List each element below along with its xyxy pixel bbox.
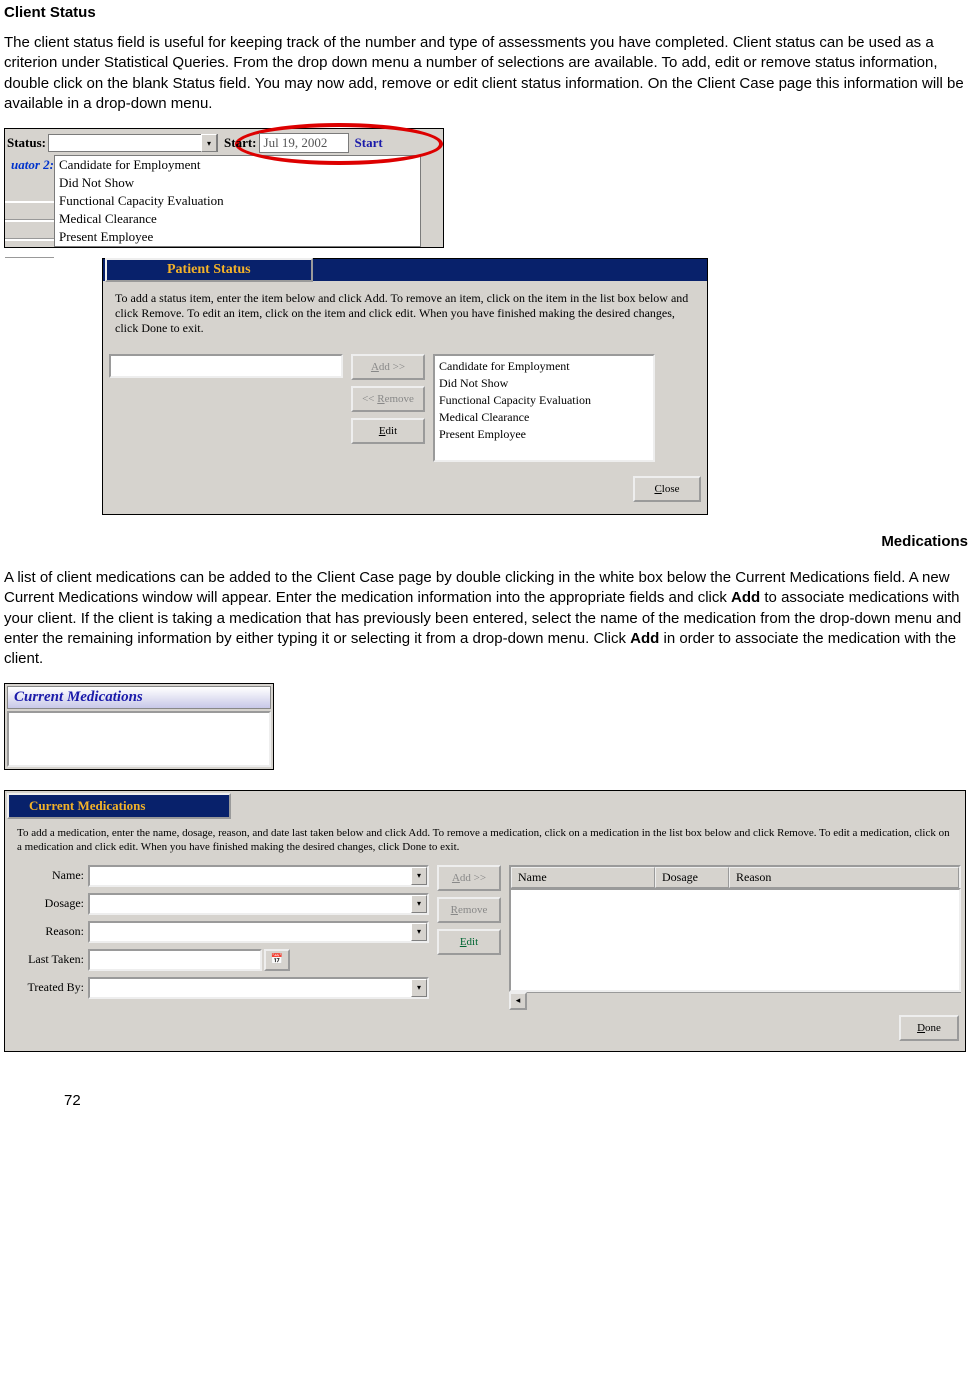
status-item-input[interactable]	[109, 354, 343, 378]
calendar-icon[interactable]: 📅	[264, 949, 290, 971]
section-heading-client-status: Client Status	[4, 4, 968, 21]
reason-combobox[interactable]: ▾	[88, 921, 429, 943]
screenshot-current-meds-dialog: Current Medications To add a medication,…	[4, 790, 966, 1052]
horizontal-scrollbar[interactable]: ◂	[509, 992, 961, 1009]
treated-by-combobox[interactable]: ▾	[88, 977, 429, 999]
chevron-down-icon[interactable]: ▾	[411, 867, 427, 885]
reason-label: Reason:	[9, 924, 88, 939]
status-label: Status:	[7, 135, 46, 151]
current-medications-header: Current Medications	[7, 686, 271, 709]
meds-edit-button[interactable]: Edit	[437, 929, 501, 955]
start-label: Start:	[224, 135, 257, 151]
status-option[interactable]: Functional Capacity Evaluation	[55, 192, 420, 210]
chevron-down-icon[interactable]: ▾	[411, 923, 427, 941]
meds-table-body[interactable]	[509, 888, 961, 992]
status-option[interactable]: Medical Clearance	[55, 210, 420, 228]
scroll-left-icon[interactable]: ◂	[509, 992, 527, 1010]
meds-remove-button[interactable]: Remove	[437, 897, 501, 923]
list-item[interactable]: Medical Clearance	[439, 409, 649, 426]
status-option[interactable]: Candidate for Employment	[55, 156, 420, 174]
screenshot-status-dropdown: Status: ▾ Start: Jul 19, 2002 Start uato…	[4, 128, 444, 248]
uator-label: uator 2:	[5, 155, 56, 173]
screenshot-current-meds-box: Current Medications	[4, 683, 274, 770]
section2-paragraph: A list of client medications can be adde…	[4, 568, 968, 669]
last-taken-label: Last Taken:	[9, 952, 88, 967]
start-right-label: Start	[355, 135, 383, 151]
meds-table-header: Name Dosage Reason	[509, 865, 961, 890]
status-option[interactable]: Did Not Show	[55, 174, 420, 192]
col-reason[interactable]: Reason	[729, 867, 959, 888]
screenshot-patient-status-dialog: Patient Status To add a status item, ent…	[102, 258, 708, 515]
name-label: Name:	[9, 868, 88, 883]
status-items-listbox[interactable]: Candidate for Employment Did Not Show Fu…	[433, 354, 655, 462]
current-medications-whitebox[interactable]	[7, 711, 271, 767]
buttons-column: Add >> << Remove Edit	[351, 354, 425, 450]
decorative-lines	[5, 201, 54, 258]
status-dropdown-list[interactable]: Candidate for Employment Did Not Show Fu…	[54, 155, 421, 247]
status-option[interactable]: Present Employee	[55, 228, 420, 246]
dialog-title: Patient Status	[105, 258, 313, 282]
page-number: 72	[64, 1092, 968, 1109]
done-button[interactable]: Done	[899, 1015, 959, 1041]
edit-button[interactable]: Edit	[351, 418, 425, 444]
close-button[interactable]: Close	[633, 476, 701, 502]
chevron-down-icon[interactable]: ▾	[411, 979, 427, 997]
treated-by-label: Treated By:	[9, 980, 88, 995]
section1-paragraph: The client status field is useful for ke…	[4, 33, 968, 114]
list-item[interactable]: Functional Capacity Evaluation	[439, 392, 649, 409]
col-dosage[interactable]: Dosage	[655, 867, 729, 888]
remove-button[interactable]: << Remove	[351, 386, 425, 412]
meds-add-button[interactable]: Add >>	[437, 865, 501, 891]
dosage-combobox[interactable]: ▾	[88, 893, 429, 915]
dialog-instructions: To add a status item, enter the item bel…	[103, 281, 707, 354]
meds-form: Name: ▾ Dosage: ▾ Reason: ▾ Last Taken: …	[9, 865, 429, 1005]
status-combobox[interactable]: ▾	[48, 134, 218, 152]
list-item[interactable]: Present Employee	[439, 426, 649, 443]
section-heading-medications: Medications	[4, 533, 968, 550]
col-name[interactable]: Name	[511, 867, 655, 888]
meds-buttons-column: Add >> Remove Edit	[437, 865, 501, 961]
name-combobox[interactable]: ▾	[88, 865, 429, 887]
dialog-titlebar: Patient Status	[103, 259, 707, 281]
meds-dialog-instructions: To add a medication, enter the name, dos…	[5, 821, 965, 865]
list-item[interactable]: Did Not Show	[439, 375, 649, 392]
add-button[interactable]: Add >>	[351, 354, 425, 380]
last-taken-field[interactable]	[88, 949, 262, 971]
list-item[interactable]: Candidate for Employment	[439, 358, 649, 375]
meds-dialog-title: Current Medications	[7, 793, 231, 819]
chevron-down-icon[interactable]: ▾	[201, 134, 217, 152]
meds-table: Name Dosage Reason ◂	[509, 865, 961, 1009]
dosage-label: Dosage:	[9, 896, 88, 911]
start-date-field[interactable]: Jul 19, 2002	[259, 133, 349, 153]
chevron-down-icon[interactable]: ▾	[411, 895, 427, 913]
